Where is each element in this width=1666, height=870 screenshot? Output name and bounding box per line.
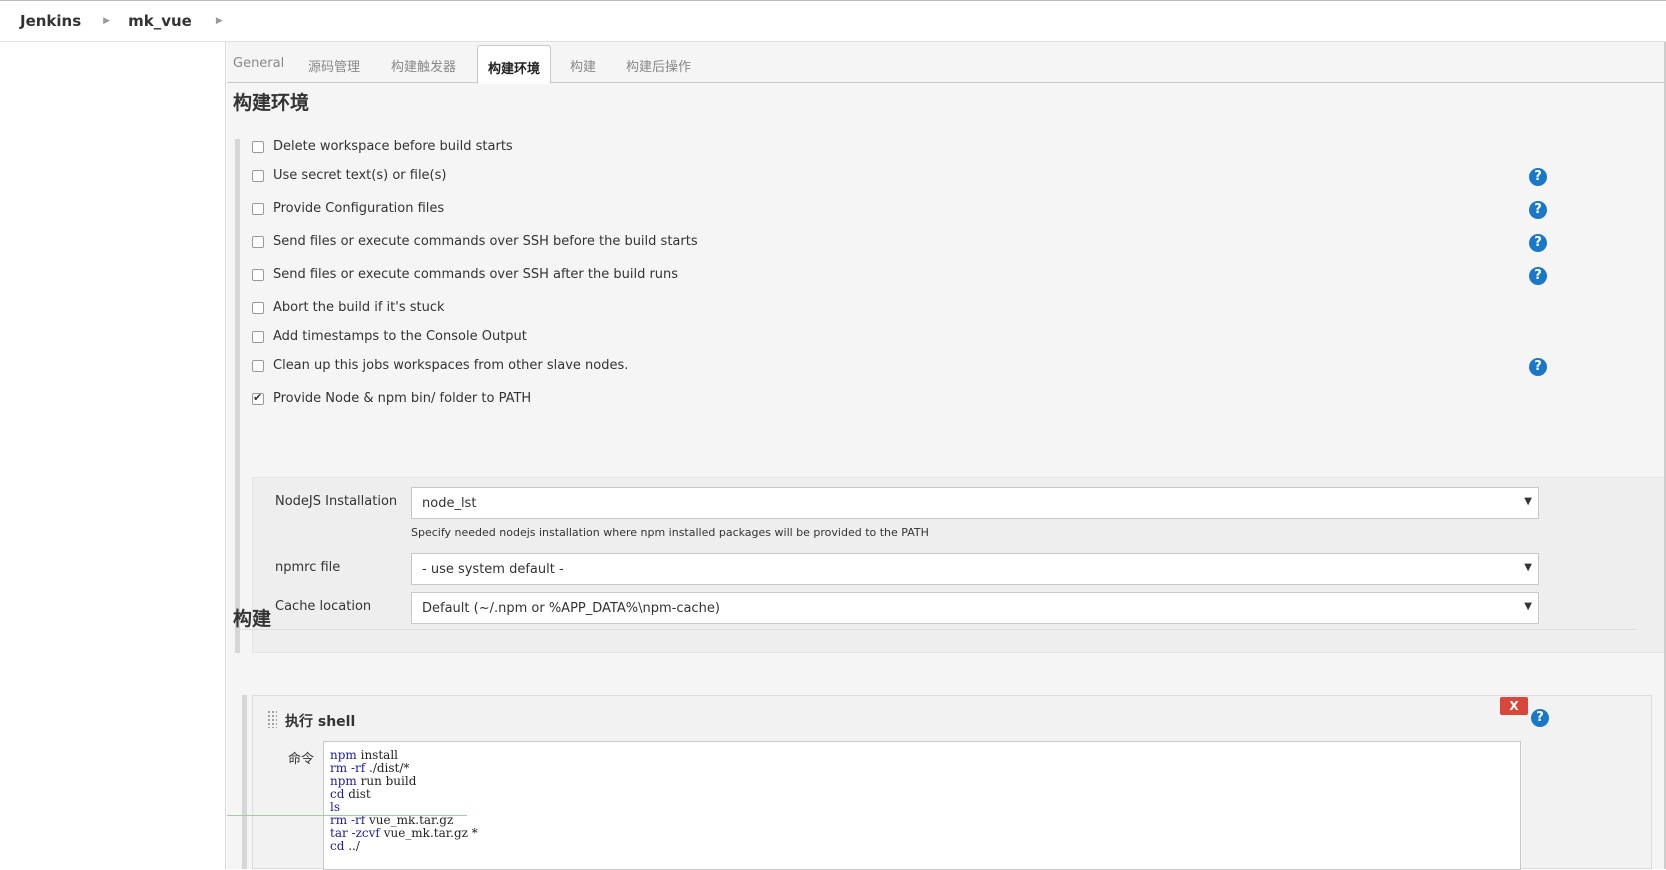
command-label: 命令 — [288, 752, 315, 767]
option-ssh-after[interactable]: Send files or execute commands over SSH … — [252, 267, 678, 282]
command-textarea[interactable]: npm install rm -rf ./dist/* npm run build c… — [323, 741, 1521, 870]
nodejs-installation-select[interactable]: node_lst ▼ — [411, 487, 1539, 519]
caret-down-icon: ▼ — [1524, 562, 1532, 573]
checkbox[interactable] — [252, 235, 264, 248]
bottom-indicator — [227, 815, 467, 819]
option-label: Clean up this jobs workspaces from other… — [273, 358, 629, 373]
chevron-right-icon[interactable]: ▶ — [103, 16, 110, 26]
section-title-build-env: 构建环境 — [233, 92, 310, 114]
section-title-build: 构建 — [233, 608, 272, 630]
option-cleanup-workspaces[interactable]: Clean up this jobs workspaces from other… — [252, 358, 628, 373]
command-line: tar -zcvf vue_mk.tar.gz * — [330, 826, 478, 840]
option-label: Provide Node & npm bin/ folder to PATH — [273, 391, 532, 406]
config-tabs: General 源码管理 构建触发器 构建环境 构建 构建后操作 — [227, 42, 1666, 84]
checkbox[interactable] — [252, 268, 264, 281]
option-timestamps[interactable]: Add timestamps to the Console Output — [252, 329, 527, 344]
help-icon[interactable]: ? — [1529, 201, 1547, 219]
breadcrumb-job[interactable]: mk_vue — [128, 12, 192, 30]
checkbox[interactable] — [252, 330, 264, 343]
section-divider — [237, 629, 1637, 630]
help-icon[interactable]: ? — [1529, 234, 1547, 252]
option-abort-stuck[interactable]: Abort the build if it's stuck — [252, 300, 445, 315]
command-line: rm -rf ./dist/* — [330, 761, 410, 775]
option-label: Abort the build if it's stuck — [273, 300, 445, 315]
help-icon[interactable]: ? — [1529, 267, 1547, 285]
select-value: node_lst — [422, 496, 477, 511]
npmrc-select[interactable]: - use system default - ▼ — [411, 553, 1539, 585]
help-icon[interactable]: ? — [1529, 168, 1547, 186]
drag-handle-icon[interactable] — [267, 710, 277, 728]
checkbox-checked[interactable] — [252, 391, 264, 405]
command-line: npm install — [330, 748, 398, 762]
breadcrumb-jenkins[interactable]: Jenkins — [20, 12, 81, 30]
option-delete-workspace[interactable]: Delete workspace before build starts — [252, 139, 513, 154]
option-ssh-before[interactable]: Send files or execute commands over SSH … — [252, 234, 698, 249]
tab-general[interactable]: General — [233, 56, 284, 71]
cache-location-select[interactable]: Default (~/.npm or %APP_DATA%\npm-cache)… — [411, 592, 1539, 624]
nodejs-installation-hint: Specify needed nodejs installation where… — [411, 526, 929, 539]
command-line: cd ../ — [330, 839, 360, 853]
tab-build[interactable]: 构建 — [570, 56, 596, 75]
command-line: rm -rf vue_mk.tar.gz — [330, 813, 454, 827]
main-content: General 源码管理 构建触发器 构建环境 构建 构建后操作 构建环境 De… — [227, 42, 1666, 870]
tab-scm[interactable]: 源码管理 — [308, 56, 360, 75]
option-label: Send files or execute commands over SSH … — [273, 267, 679, 282]
option-label: Add timestamps to the Console Output — [273, 329, 527, 344]
option-label: Send files or execute commands over SSH … — [273, 234, 698, 249]
top-bar: Jenkins ▶ mk_vue ▶ — [0, 0, 1666, 42]
caret-down-icon: ▼ — [1524, 496, 1532, 507]
option-node-path[interactable]: Provide Node & npm bin/ folder to PATH — [252, 391, 531, 406]
option-label: Use secret text(s) or file(s) — [273, 168, 447, 183]
checkbox[interactable] — [252, 140, 264, 153]
option-label: Delete workspace before build starts — [273, 139, 513, 154]
command-line: ls — [330, 800, 340, 814]
option-label: Provide Configuration files — [273, 201, 445, 216]
nodejs-installation-label: NodeJS Installation — [275, 494, 398, 509]
shell-step-panel: 执行 shell X 命令 npm install rm -rf ./dist/*… — [252, 695, 1652, 870]
shell-step-title: 执行 shell — [285, 714, 356, 730]
command-line: cd dist — [330, 787, 371, 801]
option-secret-text[interactable]: Use secret text(s) or file(s) — [252, 168, 446, 183]
tab-build-env[interactable]: 构建环境 — [477, 45, 552, 84]
help-icon[interactable]: ? — [1529, 358, 1547, 376]
caret-down-icon: ▼ — [1524, 601, 1532, 612]
npmrc-label: npmrc file — [275, 560, 341, 575]
help-icon[interactable]: ? — [1531, 709, 1549, 727]
cache-location-label: Cache location — [275, 599, 372, 614]
option-config-files[interactable]: Provide Configuration files — [252, 201, 444, 216]
checkbox[interactable] — [252, 169, 264, 182]
checkbox[interactable] — [252, 202, 264, 215]
select-value: - use system default - — [422, 562, 564, 577]
select-value: Default (~/.npm or %APP_DATA%\npm-cache) — [422, 601, 720, 616]
build-section: 执行 shell X 命令 npm install rm -rf ./dist/*… — [242, 695, 1660, 870]
command-line: npm run build — [330, 774, 417, 788]
tab-triggers[interactable]: 构建触发器 — [391, 56, 456, 75]
checkbox[interactable] — [252, 359, 264, 372]
node-settings-panel: NodeJS Installation node_lst ▼ Specify n… — [252, 477, 1666, 653]
build-env-section: Delete workspace before build starts Use… — [235, 139, 1666, 653]
chevron-right-icon[interactable]: ▶ — [216, 16, 223, 26]
tab-post-build[interactable]: 构建后操作 — [626, 56, 691, 75]
side-panel — [0, 42, 226, 869]
checkbox[interactable] — [252, 301, 264, 314]
delete-step-button[interactable]: X — [1500, 697, 1528, 715]
